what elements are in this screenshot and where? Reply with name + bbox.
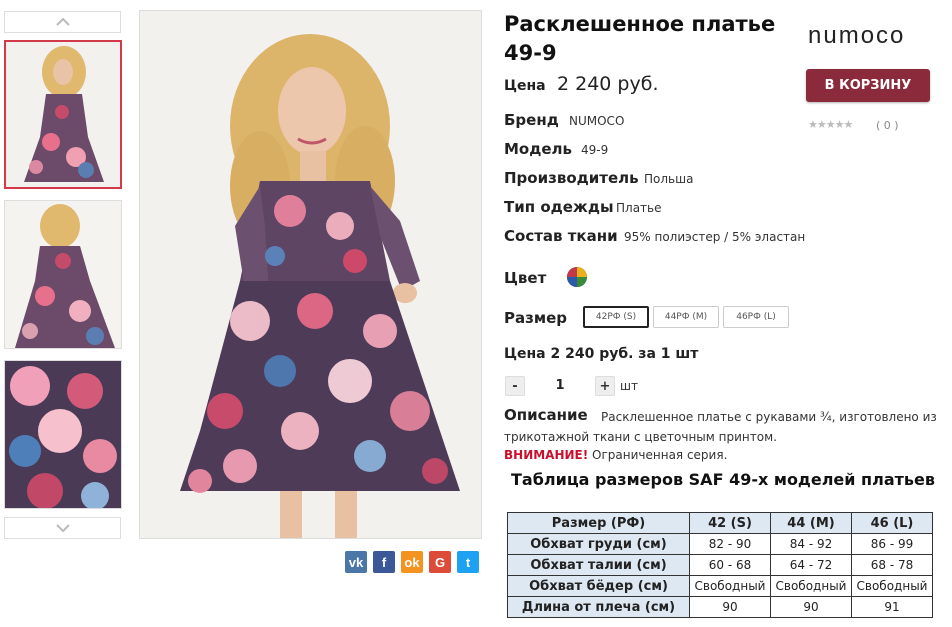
table-cell: 84 - 92 (770, 533, 852, 555)
chevron-up-icon (55, 16, 70, 29)
thumbnail-1[interactable] (4, 40, 122, 189)
vk-icon[interactable]: vk (345, 551, 367, 573)
table-cell: 82 - 90 (689, 533, 771, 555)
size-option-42[interactable]: 42РФ (S) (583, 306, 649, 328)
table-row-header: Обхват груди (см) (507, 533, 690, 555)
description-line-1: Расклешенное платье с рукавами ¾, изгото… (601, 410, 937, 424)
description-label: Описание (504, 406, 588, 424)
qty-minus-button[interactable]: - (505, 376, 525, 396)
twitter-icon[interactable]: t (457, 551, 479, 573)
spec-label-brand: Бренд (504, 111, 559, 129)
table-header-cell: 44 (M) (770, 512, 852, 534)
thumbnail-3[interactable] (4, 360, 122, 509)
table-cell: Свободный (770, 575, 852, 597)
spec-label-model: Модель (504, 140, 572, 158)
table-cell: 64 - 72 (770, 554, 852, 576)
svg-text:numoco: numoco (808, 22, 905, 48)
table-cell: 68 - 78 (851, 554, 933, 576)
chevron-down-icon (55, 522, 70, 535)
product-title: Расклешенное платье 49-9 (504, 12, 776, 65)
table-cell: 90 (689, 596, 771, 618)
table-header-cell: Размер (РФ) (507, 512, 690, 534)
size-table: Размер (РФ) 42 (S) 44 (M) 46 (L) Обхват … (507, 512, 933, 618)
size-option-46[interactable]: 46РФ (L) (723, 306, 789, 328)
size-table-title: Таблица размеров SAF 49-х моделей платье… (511, 470, 935, 489)
add-to-cart-button[interactable]: В КОРЗИНУ (806, 69, 930, 102)
table-row: Длина от плеча (см) 90 90 91 (507, 596, 933, 618)
facebook-icon[interactable]: f (373, 551, 395, 573)
odnoklassniki-icon[interactable]: ok (401, 551, 423, 573)
table-header-cell: 42 (S) (689, 512, 771, 534)
table-cell: 90 (770, 596, 852, 618)
qty-unit: шт (620, 379, 638, 393)
main-product-image[interactable] (139, 10, 482, 539)
rating-count: ( 0 ) (876, 119, 899, 132)
thumbnail-2[interactable] (4, 200, 122, 349)
spec-value-fabric: 95% полиэстер / 5% эластан (624, 230, 806, 244)
spec-label-type: Тип одежды (504, 198, 614, 216)
qty-input[interactable]: 1 (548, 376, 572, 396)
table-row: Обхват талии (см) 60 - 68 64 - 72 68 - 7… (507, 554, 933, 576)
description-line-2: трикотажной ткани с цветочным принтом. (504, 430, 777, 444)
table-cell: 91 (851, 596, 933, 618)
size-table-header: Размер (РФ) 42 (S) 44 (M) 46 (L) (507, 512, 933, 534)
rating-stars[interactable]: ★★★★★ (808, 118, 853, 131)
qty-plus-button[interactable]: + (595, 376, 615, 396)
warning-text: Ограниченная серия. (588, 448, 728, 462)
unit-price-text: Цена 2 240 руб. за 1 шт (504, 346, 699, 362)
spec-value-type: Платье (616, 201, 662, 215)
brand-logo: numoco (808, 22, 928, 55)
price-value: 2 240 руб. (557, 73, 659, 95)
spec-value-brand: NUMOCO (569, 114, 625, 128)
google-plus-icon[interactable]: G (429, 551, 451, 573)
table-row-header: Длина от плеча (см) (507, 596, 690, 618)
spec-label-manufacturer: Производитель (504, 169, 639, 187)
table-cell: Свободный (689, 575, 771, 597)
thumbs-down-button[interactable] (4, 517, 121, 539)
warning-label: ВНИМАНИЕ! (504, 448, 589, 462)
size-option-44[interactable]: 44РФ (M) (653, 306, 719, 328)
warning-note: ВНИМАНИЕ! Ограниченная серия. (504, 448, 727, 462)
price-label: Цена (504, 78, 546, 94)
table-cell: 60 - 68 (689, 554, 771, 576)
color-label: Цвет (504, 269, 547, 287)
spec-value-manufacturer: Польша (644, 172, 694, 186)
table-row-header: Обхват талии (см) (507, 554, 690, 576)
table-row: Обхват бёдер (см) Свободный Свободный Св… (507, 575, 933, 597)
size-label: Размер (504, 309, 568, 327)
color-swatch-icon[interactable] (566, 266, 588, 292)
table-cell: 86 - 99 (851, 533, 933, 555)
thumbs-up-button[interactable] (4, 11, 121, 33)
table-cell: Свободный (851, 575, 933, 597)
table-row-header: Обхват бёдер (см) (507, 575, 690, 597)
spec-value-model: 49-9 (581, 143, 609, 157)
table-row: Обхват груди (см) 82 - 90 84 - 92 86 - 9… (507, 533, 933, 555)
spec-label-fabric: Состав ткани (504, 227, 618, 245)
table-header-cell: 46 (L) (851, 512, 933, 534)
